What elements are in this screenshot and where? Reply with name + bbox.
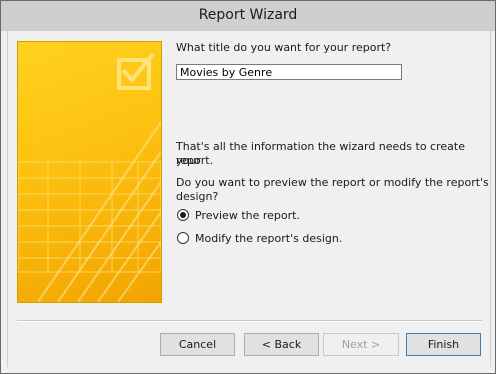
title-question-label: What title do you want for your report?: [176, 41, 392, 54]
button-separator: [17, 320, 482, 322]
info-text-line2: report.: [176, 154, 214, 167]
info-text-line1: That's all the information the wizard ne…: [176, 140, 465, 167]
modify-radio-label[interactable]: Modify the report's design.: [195, 232, 342, 245]
cancel-button[interactable]: Cancel: [160, 333, 235, 356]
wizard-banner-image: [17, 41, 162, 303]
back-button[interactable]: < Back: [244, 333, 319, 356]
next-button[interactable]: Next >: [323, 333, 399, 356]
preview-question-line1: Do you want to preview the report or mod…: [176, 176, 489, 189]
report-title-input[interactable]: [176, 64, 402, 80]
modify-design-option[interactable]: Modify the report's design.: [177, 230, 342, 246]
finish-button[interactable]: Finish: [406, 333, 481, 356]
wizard-content: What title do you want for your report? …: [7, 31, 491, 367]
preview-radio-label[interactable]: Preview the report.: [195, 209, 300, 222]
checkbox-report-illustration: [18, 52, 161, 302]
title-bar[interactable]: Report Wizard: [1, 1, 495, 31]
modify-radio-button[interactable]: [177, 232, 189, 244]
window-title: Report Wizard: [198, 7, 298, 23]
preview-question-line2: design?: [176, 190, 219, 203]
preview-radio-button[interactable]: [177, 209, 189, 221]
preview-report-option[interactable]: Preview the report.: [177, 207, 300, 223]
report-wizard-window: Report Wizard What title do you want for…: [0, 0, 496, 374]
